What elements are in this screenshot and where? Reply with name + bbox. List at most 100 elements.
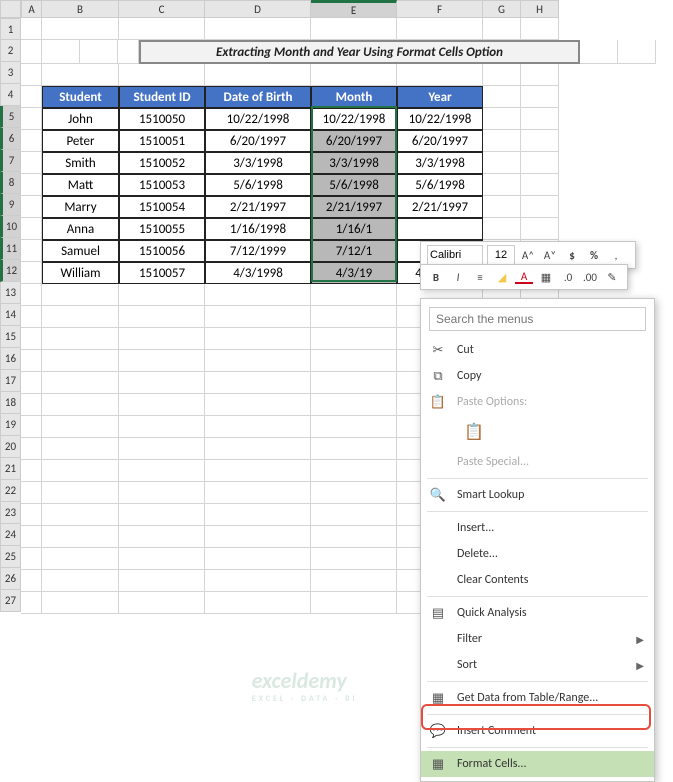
row-header-26[interactable]: 26 <box>0 568 21 590</box>
menu-sort[interactable]: Sort▶ <box>421 652 654 678</box>
cell-A18[interactable] <box>21 394 42 416</box>
cell-E27[interactable] <box>311 592 397 614</box>
cell-C21[interactable] <box>119 460 205 482</box>
row-header-16[interactable]: 16 <box>0 348 21 370</box>
cell-A24[interactable] <box>21 526 42 548</box>
menu-format-cells[interactable]: ▦Format Cells... <box>421 751 654 777</box>
cell-A13[interactable] <box>21 284 42 306</box>
percent-icon[interactable]: % <box>585 246 603 264</box>
column-header-F[interactable]: F <box>397 0 483 18</box>
cell-A2[interactable] <box>118 40 139 64</box>
id-cell[interactable]: 1510050 <box>119 108 205 130</box>
page-title[interactable]: Extracting Month and Year Using Format C… <box>139 40 580 64</box>
font-color-icon[interactable]: A <box>515 270 533 284</box>
row-header-22[interactable]: 22 <box>0 480 21 502</box>
italic-button[interactable]: I <box>449 268 467 286</box>
id-cell[interactable]: 1510052 <box>119 152 205 174</box>
cell-E26[interactable] <box>311 570 397 592</box>
cell-A2[interactable] <box>21 40 42 64</box>
column-header-G[interactable]: G <box>483 0 521 18</box>
row-header-11[interactable]: 11 <box>0 238 21 260</box>
cell-A11[interactable] <box>21 240 42 262</box>
cell-B23[interactable] <box>42 504 119 526</box>
cell-D14[interactable] <box>205 306 311 328</box>
id-cell[interactable]: 1510054 <box>119 196 205 218</box>
cell-H10[interactable] <box>521 218 559 240</box>
menu-cut[interactable]: ✂Cut <box>421 337 654 363</box>
cell-A26[interactable] <box>21 570 42 592</box>
column-header-C[interactable]: C <box>119 0 205 18</box>
menu-filter[interactable]: Filter▶ <box>421 626 654 652</box>
cell-D1[interactable] <box>205 18 311 40</box>
cell-B17[interactable] <box>42 372 119 394</box>
column-header-E[interactable]: E <box>311 0 397 18</box>
cell-C13[interactable] <box>119 284 205 306</box>
cell-E3[interactable] <box>311 64 397 86</box>
dob-cell[interactable]: 4/3/1998 <box>205 262 311 284</box>
student-cell[interactable]: Anna <box>42 218 119 240</box>
month-cell[interactable]: 1/16/1 <box>311 218 397 240</box>
row-header-15[interactable]: 15 <box>0 326 21 348</box>
cell-E18[interactable] <box>311 394 397 416</box>
menu-delete[interactable]: Delete... <box>421 541 654 567</box>
cell-A19[interactable] <box>21 416 42 438</box>
dob-cell[interactable]: 6/20/1997 <box>205 130 311 152</box>
cell-D27[interactable] <box>205 592 311 614</box>
cell-C26[interactable] <box>119 570 205 592</box>
cell-B27[interactable] <box>42 592 119 614</box>
cell-G10[interactable] <box>483 218 521 240</box>
menu-insert-comment[interactable]: 💬Insert Comment <box>421 718 654 744</box>
id-cell[interactable]: 1510051 <box>119 130 205 152</box>
cell-C25[interactable] <box>119 548 205 570</box>
cell-C23[interactable] <box>119 504 205 526</box>
font-selector[interactable] <box>427 245 483 265</box>
column-header-A[interactable]: A <box>21 0 42 18</box>
cell-H2[interactable] <box>618 40 656 64</box>
fill-color-icon[interactable]: ◢ <box>493 268 511 286</box>
cell-E25[interactable] <box>311 548 397 570</box>
cell-A7[interactable] <box>21 152 42 174</box>
cell-B24[interactable] <box>42 526 119 548</box>
cell-G7[interactable] <box>483 152 521 174</box>
cell-E15[interactable] <box>311 328 397 350</box>
cell-H6[interactable] <box>521 130 559 152</box>
row-header-4[interactable]: 4 <box>0 84 21 106</box>
row-header-9[interactable]: 9 <box>0 194 21 216</box>
cell-A12[interactable] <box>21 262 42 284</box>
cell-F3[interactable] <box>397 64 483 86</box>
cell-C14[interactable] <box>119 306 205 328</box>
cell-D19[interactable] <box>205 416 311 438</box>
year-cell[interactable]: 6/20/1997 <box>397 130 483 152</box>
cell-B15[interactable] <box>42 328 119 350</box>
cell-C20[interactable] <box>119 438 205 460</box>
menu-get-data[interactable]: ▦Get Data from Table/Range... <box>421 685 654 711</box>
cell-G2[interactable] <box>42 40 80 64</box>
dob-cell[interactable]: 5/6/1998 <box>205 174 311 196</box>
cell-A10[interactable] <box>21 218 42 240</box>
id-cell[interactable]: 1510053 <box>119 174 205 196</box>
cell-D13[interactable] <box>205 284 311 306</box>
row-header-18[interactable]: 18 <box>0 392 21 414</box>
year-cell[interactable]: 2/21/1997 <box>397 196 483 218</box>
month-cell[interactable]: 3/3/1998 <box>311 152 397 174</box>
row-header-2[interactable]: 2 <box>0 40 21 62</box>
row-header-8[interactable]: 8 <box>0 172 21 194</box>
cell-A4[interactable] <box>21 86 42 108</box>
cell-E21[interactable] <box>311 460 397 482</box>
cell-C22[interactable] <box>119 482 205 504</box>
month-cell[interactable]: 7/12/1 <box>311 240 397 262</box>
menu-copy[interactable]: ⧉Copy <box>421 363 654 389</box>
row-header-20[interactable]: 20 <box>0 436 21 458</box>
cell-B21[interactable] <box>42 460 119 482</box>
cell-D15[interactable] <box>205 328 311 350</box>
menu-smart-lookup[interactable]: 🔍Smart Lookup <box>421 482 654 508</box>
cell-G9[interactable] <box>483 196 521 218</box>
column-header-D[interactable]: D <box>205 0 311 18</box>
cell-D20[interactable] <box>205 438 311 460</box>
cell-D25[interactable] <box>205 548 311 570</box>
table-header[interactable]: Month <box>311 86 397 108</box>
cell-A8[interactable] <box>21 174 42 196</box>
cell-B16[interactable] <box>42 350 119 372</box>
month-cell[interactable]: 2/21/1997 <box>311 196 397 218</box>
cell-A23[interactable] <box>21 504 42 526</box>
